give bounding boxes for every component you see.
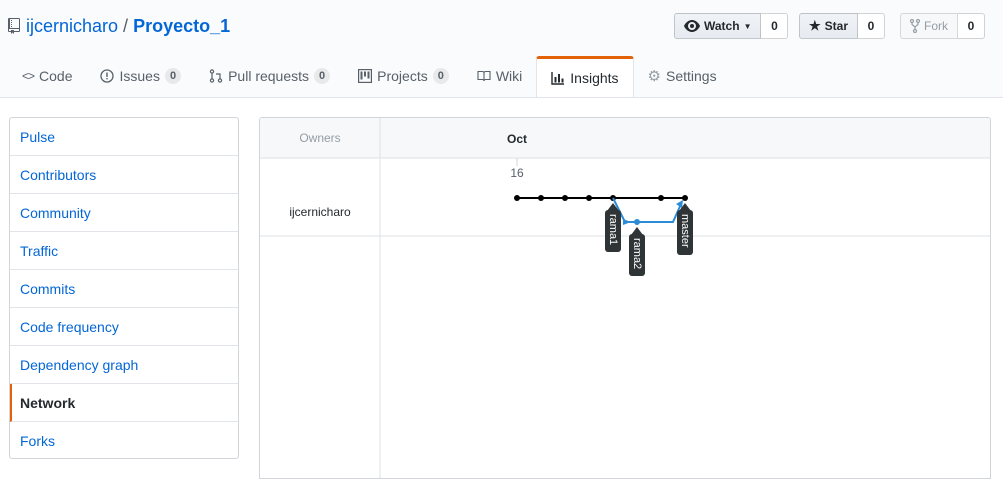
graph-icon <box>551 72 565 85</box>
gear-icon: ⚙ <box>647 68 661 85</box>
fork-count[interactable]: 0 <box>958 13 985 39</box>
repo-header: ijcernicharo / Proyecto_1 Watch ▼ 0 ★ St… <box>0 0 1003 98</box>
repo-icon <box>8 18 20 34</box>
repo-nav: <> Code Issues 0 Pull requests 0 Project… <box>8 56 731 97</box>
watch-group: Watch ▼ 0 <box>674 13 789 39</box>
tab-pull-requests[interactable]: Pull requests 0 <box>195 56 344 96</box>
issues-counter: 0 <box>164 68 182 84</box>
graph-header-band <box>260 118 990 158</box>
tab-pull-requests-label: Pull requests <box>228 68 310 84</box>
menu-item-contributors[interactable]: Contributors <box>10 156 238 194</box>
repo-name-link[interactable]: Proyecto_1 <box>133 14 230 38</box>
tab-settings[interactable]: ⚙ Settings <box>634 56 731 96</box>
star-label: Star <box>824 19 848 33</box>
menu-item-traffic[interactable]: Traffic <box>10 232 238 270</box>
network-graph-canvas: Owners Oct 16 ijcernicharo rama1 rama2 m… <box>260 118 990 478</box>
watch-label: Watch <box>704 19 740 33</box>
branch-line <box>612 197 682 223</box>
branch-arrow <box>623 219 631 225</box>
fork-label: Fork <box>924 19 948 33</box>
commit-dot[interactable] <box>562 195 568 201</box>
tab-wiki[interactable]: Wiki <box>463 56 536 96</box>
commit-dot[interactable] <box>538 195 544 201</box>
project-icon <box>358 69 373 83</box>
tab-issues[interactable]: Issues 0 <box>86 56 195 96</box>
menu-item-code-frequency[interactable]: Code frequency <box>10 308 238 346</box>
tab-projects[interactable]: Projects 0 <box>344 56 463 96</box>
tab-projects-label: Projects <box>377 68 428 84</box>
branch-label-master[interactable]: master <box>677 203 693 255</box>
branch-label-rama2[interactable]: rama2 <box>629 227 645 276</box>
commit-dot[interactable] <box>514 195 520 201</box>
menu-item-forks[interactable]: Forks <box>10 422 238 460</box>
issue-icon <box>100 69 115 83</box>
menu-item-commits[interactable]: Commits <box>10 270 238 308</box>
pull-request-icon <box>209 69 223 83</box>
menu-item-pulse[interactable]: Pulse <box>10 118 238 156</box>
fork-icon <box>910 19 920 33</box>
network-graph[interactable]: Owners Oct 16 ijcernicharo rama1 rama2 m… <box>259 117 991 479</box>
menu-item-community[interactable]: Community <box>10 194 238 232</box>
pull-requests-counter: 0 <box>314 68 331 84</box>
tab-insights[interactable]: Insights <box>536 56 634 97</box>
tab-wiki-label: Wiki <box>495 68 523 84</box>
star-count[interactable]: 0 <box>858 13 885 39</box>
branch-label-rama1-text: rama1 <box>607 214 619 245</box>
star-button[interactable]: ★ Star <box>799 13 858 39</box>
projects-counter: 0 <box>432 68 449 84</box>
tab-issues-label: Issues <box>119 68 160 84</box>
eye-icon <box>684 20 700 32</box>
book-icon <box>477 70 491 82</box>
watch-button[interactable]: Watch ▼ <box>674 13 762 39</box>
fork-group: Fork 0 <box>900 13 985 39</box>
repo-owner-link[interactable]: ijcernicharo <box>26 14 118 38</box>
path-separator: / <box>123 16 129 36</box>
star-group: ★ Star 0 <box>799 13 885 39</box>
branch-label-rama1[interactable]: rama1 <box>605 203 621 252</box>
branch-label-rama2-text: rama2 <box>631 238 643 269</box>
tab-insights-label: Insights <box>570 70 619 86</box>
day-label: 16 <box>510 166 524 180</box>
menu-item-network[interactable]: Network <box>10 384 238 422</box>
owner-name[interactable]: ijcernicharo <box>289 205 351 219</box>
repo-title: ijcernicharo / Proyecto_1 <box>8 14 230 38</box>
month-label: Oct <box>507 132 527 146</box>
tab-code-label: Code <box>39 68 73 84</box>
commit-dot[interactable] <box>634 219 640 225</box>
star-icon: ★ <box>809 18 821 33</box>
commit-dot[interactable] <box>586 195 592 201</box>
commit-dot[interactable] <box>658 195 664 201</box>
owners-header: Owners <box>299 131 340 145</box>
caret-down-icon: ▼ <box>743 21 752 31</box>
tab-code[interactable]: <> Code <box>8 56 86 96</box>
insights-menu: Pulse Contributors Community Traffic Com… <box>9 117 239 459</box>
fork-button[interactable]: Fork <box>900 13 958 39</box>
tab-settings-label: Settings <box>665 68 717 84</box>
watch-count[interactable]: 0 <box>761 13 789 39</box>
branch-label-master-text: master <box>679 214 691 248</box>
code-icon: <> <box>22 69 35 83</box>
menu-item-dependency-graph[interactable]: Dependency graph <box>10 346 238 384</box>
